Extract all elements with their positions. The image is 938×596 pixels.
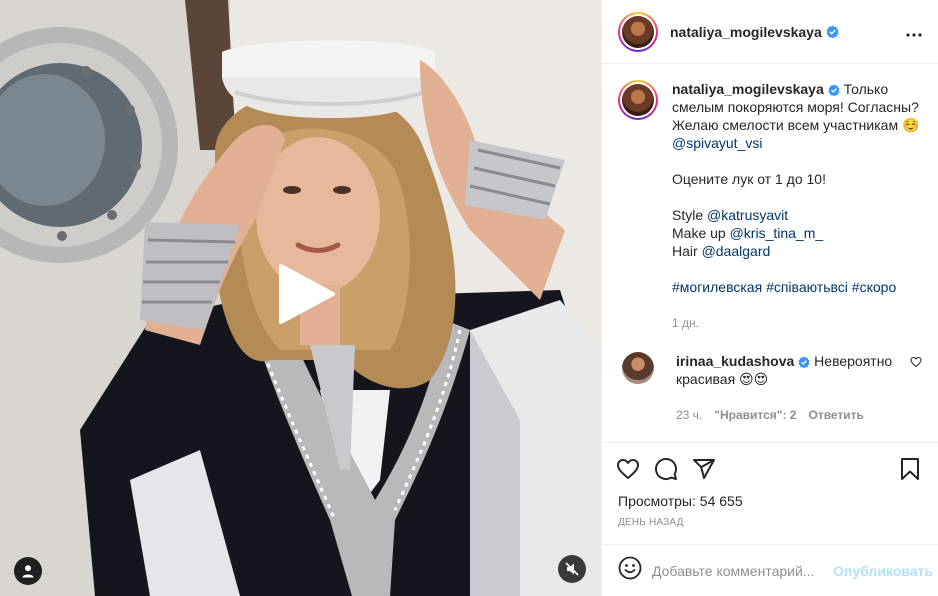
verified-badge-icon	[798, 356, 810, 368]
mention-link[interactable]: @spivayut_vsi	[672, 135, 762, 151]
muted-speaker-icon	[565, 562, 579, 576]
comment-body: irinaa_kudashova Невероятно красивая 😍😍 …	[676, 352, 902, 424]
author-avatar[interactable]	[618, 11, 658, 52]
publish-comment-button[interactable]: Опубликовать	[833, 563, 933, 579]
user-tag-icon	[22, 565, 34, 578]
save-button[interactable]	[882, 449, 922, 489]
commenter-avatar[interactable]	[622, 352, 654, 384]
action-icons	[616, 449, 922, 489]
hashtag-link[interactable]: #скоро	[852, 279, 896, 295]
caption: nataliya_mogilevskaya Только смелым поко…	[618, 80, 922, 332]
comment-like-heart-icon[interactable]	[910, 356, 922, 368]
comments-section: nataliya_mogilevskaya Только смелым поко…	[602, 64, 938, 442]
comment-meta: 23 ч. "Нравится": 2 Ответить	[676, 406, 902, 424]
add-comment-form: Опубликовать	[602, 544, 938, 596]
mention-link[interactable]: @daalgard	[702, 243, 771, 259]
heart-icon	[617, 459, 639, 479]
verified-badge-icon	[828, 84, 840, 96]
views-count[interactable]: Просмотры: 54 655	[618, 493, 922, 509]
mute-toggle-button[interactable]	[558, 555, 586, 583]
comment-likes-count[interactable]: "Нравится": 2	[714, 406, 796, 424]
post-actions: Просмотры: 54 655 День назад	[602, 442, 938, 528]
caption-line: Оцените лук от 1 до 10!	[672, 171, 826, 187]
hashtag-link[interactable]: #співаютьвсі	[766, 279, 848, 295]
share-button[interactable]	[692, 449, 732, 489]
video-player[interactable]	[0, 0, 601, 596]
share-icon	[693, 459, 715, 479]
commenter-username[interactable]: irinaa_kudashova	[676, 353, 794, 369]
caption-makeup-label: Make up	[672, 225, 730, 241]
author-username[interactable]: nataliya_mogilevskaya	[670, 24, 822, 40]
caption-timestamp[interactable]: 1 дн.	[672, 314, 922, 332]
more-options-button[interactable]	[906, 21, 922, 42]
post-details-panel: nataliya_mogilevskaya nataliya_mogilevsk…	[601, 0, 938, 596]
emoji-picker-button[interactable]	[618, 556, 642, 585]
caption-body: nataliya_mogilevskaya Только смелым поко…	[672, 80, 922, 332]
instagram-post-modal: nataliya_mogilevskaya nataliya_mogilevsk…	[0, 0, 938, 596]
mention-link[interactable]: @kris_tina_m_	[730, 225, 824, 241]
play-button[interactable]	[273, 262, 337, 326]
comment-item: irinaa_kudashova Невероятно красивая 😍😍 …	[618, 352, 922, 424]
emoji-icon	[618, 556, 642, 580]
post-header: nataliya_mogilevskaya	[602, 0, 938, 64]
caption-hair-label: Hair	[672, 243, 702, 259]
verified-badge-icon	[826, 25, 839, 38]
user-tags-button[interactable]	[14, 557, 42, 585]
like-button[interactable]	[616, 449, 656, 489]
comment-icon	[655, 458, 677, 480]
comment-button[interactable]	[654, 449, 694, 489]
play-icon	[279, 264, 335, 324]
comment-input[interactable]	[652, 562, 833, 579]
more-icon	[906, 33, 922, 37]
views-label: Просмотры:	[618, 493, 696, 509]
comment-timestamp[interactable]: 23 ч.	[676, 406, 702, 424]
hashtag-link[interactable]: #могилевская	[672, 279, 762, 295]
caption-author-username[interactable]: nataliya_mogilevskaya	[672, 81, 824, 97]
mention-link[interactable]: @katrusyavit	[707, 207, 788, 223]
caption-style-label: Style	[672, 207, 708, 223]
reply-button[interactable]: Ответить	[808, 406, 863, 424]
caption-author-avatar[interactable]	[618, 80, 658, 120]
bookmark-icon	[901, 458, 919, 480]
post-date[interactable]: День назад	[618, 517, 922, 528]
views-number: 54 655	[699, 493, 743, 509]
